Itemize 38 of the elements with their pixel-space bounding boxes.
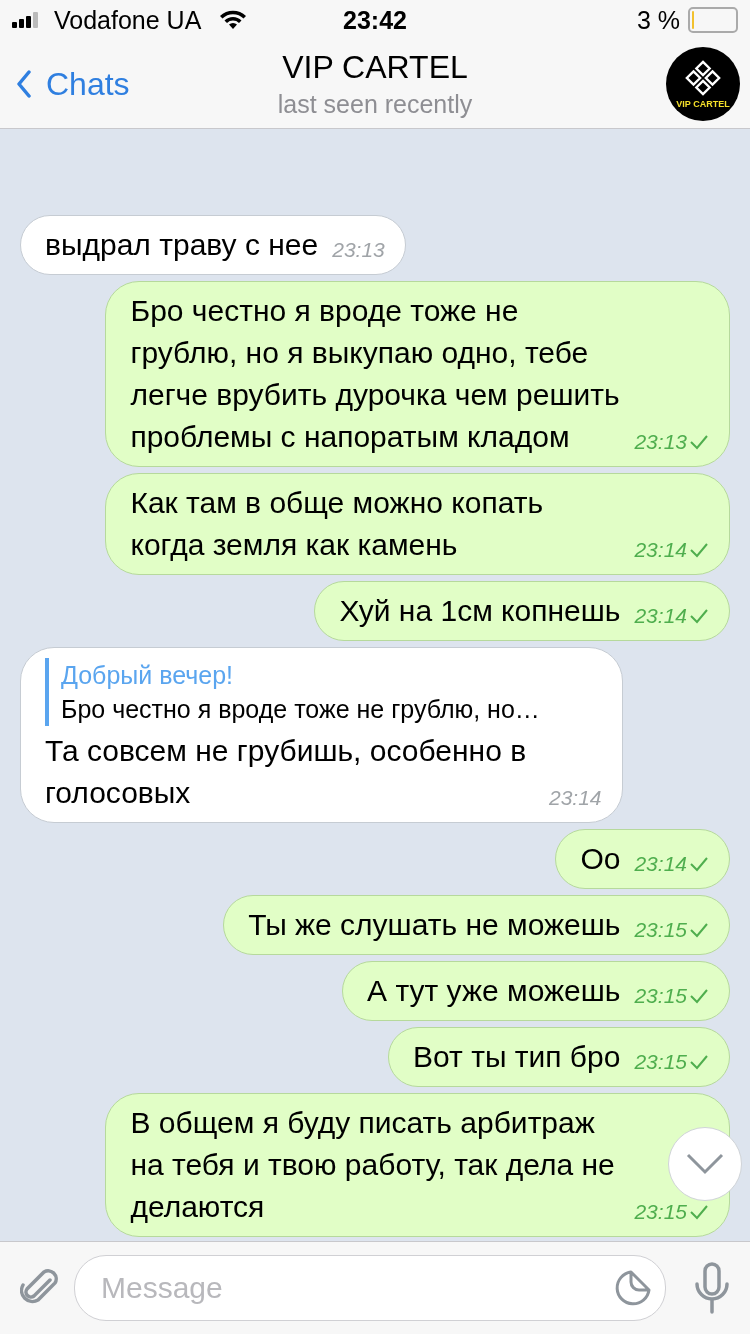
sticker-icon[interactable]: [613, 1268, 653, 1308]
back-chevron-icon[interactable]: [16, 70, 32, 98]
wifi-icon: [219, 10, 248, 30]
reply-author: Добрый вечер!: [61, 660, 235, 691]
reply-text: Бро честно я вроде тоже не грублю, но…: [61, 694, 541, 725]
message-text: Оо: [580, 841, 621, 877]
microphone-icon[interactable]: [694, 1262, 730, 1314]
message-text: Бро честно я вроде тоже не грублю, но я выкупаю одно, тебе легче врубить дурочка чем решить проблемы с напоратым кладом: [130, 293, 621, 455]
message-time: 23:15: [634, 1050, 687, 1074]
battery-icon: [688, 7, 738, 33]
message-time: 23:13: [332, 238, 385, 262]
logo-icon: [684, 59, 722, 97]
message-time: 23:13: [634, 430, 687, 454]
message-text: Вот ты тип бро: [413, 1039, 621, 1075]
message-text: Та совсем не грубишь, особенно в голосовых: [45, 733, 528, 811]
message-time: 23:14: [549, 786, 602, 810]
message-time: 23:15: [634, 1200, 687, 1224]
chevron-down-icon[interactable]: [685, 1152, 725, 1176]
last-seen-status: last seen recently: [277, 90, 473, 119]
chat-title: VIP CARTEL: [282, 49, 468, 86]
message-text: В общем я буду писать арбитраж на тебя и твою работу, так дела не делаются: [130, 1105, 616, 1225]
message-time: 23:14: [634, 852, 687, 876]
message-text: Ты же слушать не можешь: [248, 907, 621, 943]
message-time: 23:14: [634, 604, 687, 628]
logo-text: VIP CARTEL: [676, 99, 730, 109]
message-text: Хуй на 1см копнешь: [339, 593, 621, 629]
clock-time: 23:42: [342, 5, 408, 35]
message-field[interactable]: Message: [74, 1255, 666, 1321]
battery-percent: 3 %: [636, 5, 680, 35]
message-text: А тут уже можешь: [367, 973, 621, 1009]
avatar-button[interactable]: VIP CARTEL: [666, 47, 740, 121]
message-text: Как там в обще можно копать когда земля как камень: [130, 485, 545, 563]
carrier-name: Vodafone UA: [54, 5, 202, 35]
message-time: 23:14: [634, 538, 687, 562]
message-text: выдрал траву с нее: [45, 227, 319, 263]
message-time: 23:15: [634, 984, 687, 1008]
back-button[interactable]: Chats: [16, 65, 130, 103]
message-time: 23:15: [634, 918, 687, 942]
